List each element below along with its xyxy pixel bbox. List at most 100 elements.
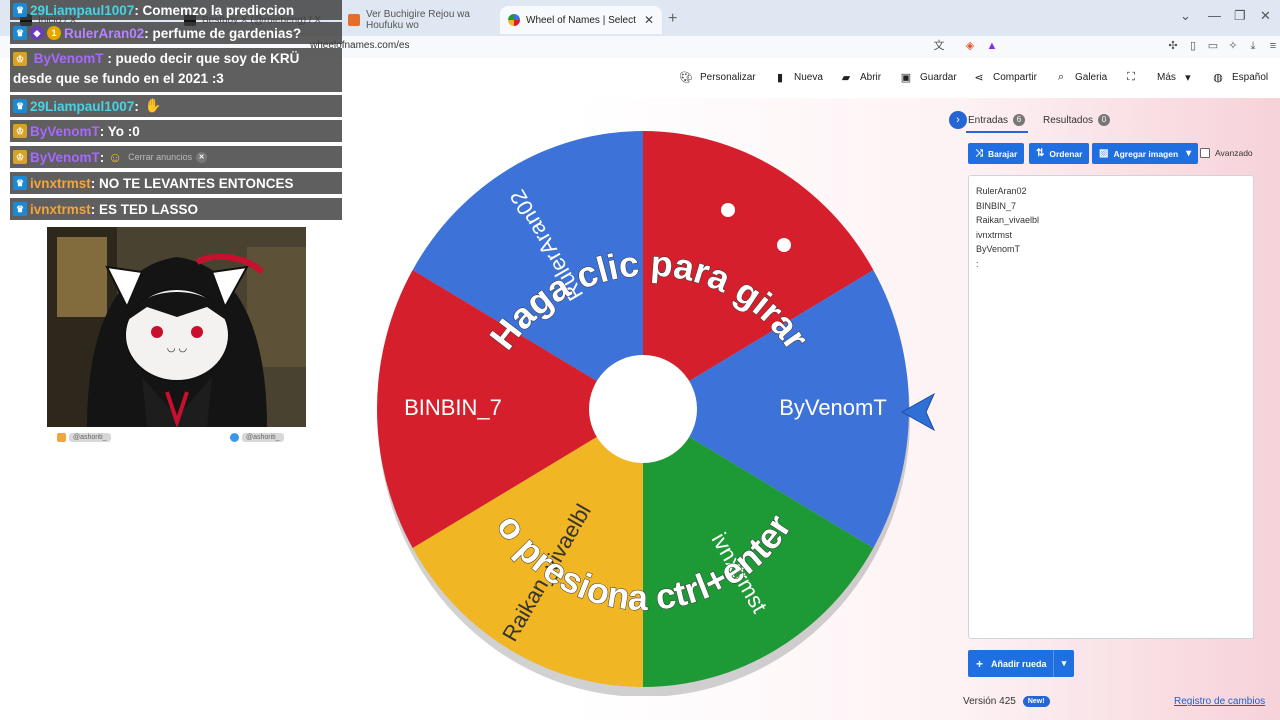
moderator-badge-icon: ◆ (30, 26, 44, 40)
wheel-center[interactable] (589, 355, 697, 463)
entry-line: ivnxtrmst (976, 229, 1012, 240)
collapse-panel-icon[interactable]: › (949, 111, 967, 129)
shuffle-label: Barajar (988, 148, 1018, 159)
new-button[interactable]: ▮ Nueva (774, 71, 823, 84)
share-button[interactable]: ⋖ Compartir (973, 71, 1037, 84)
more-label: Más (1157, 71, 1176, 83)
share-label: Compartir (993, 71, 1037, 83)
close-window-icon[interactable]: ✕ (1260, 8, 1271, 24)
close-ads-icon[interactable]: ✕ (196, 151, 208, 163)
changelog-link[interactable]: Registro de cambios (1174, 696, 1265, 707)
subscriber-badge-icon: 1 (47, 26, 61, 40)
prime-badge-icon: ♛ (13, 176, 27, 190)
add-image-button[interactable]: ▨ Agregar imagen ▾ (1092, 143, 1199, 164)
wheel-slice-label: BINBIN_7 (404, 395, 502, 420)
streamer-avatar: ◡ ◡ (47, 227, 306, 427)
chat-username: ByVenomT (33, 51, 104, 66)
wheel[interactable]: RulerAran02ByVenomTivnxtrmstRaikan_vivae… (374, 130, 914, 696)
add-wheel-label: Añadir rueda (991, 658, 1047, 669)
tab-entries-label: Entradas (968, 114, 1009, 126)
chat-text: : Yo :0 (99, 123, 140, 139)
wheel-slice-label: ByVenomT (779, 395, 887, 420)
advanced-checkbox[interactable] (1200, 148, 1210, 158)
sort-button[interactable]: ⇅ Ordenar (1029, 143, 1090, 164)
open-button[interactable]: ▰ Abrir (840, 71, 882, 84)
brave-shield-icon[interactable]: ◈ (963, 39, 977, 53)
caret-down-icon: ▾ (1185, 71, 1191, 84)
active-tab-indicator (966, 131, 1028, 133)
search-icon: ⌕ (1057, 70, 1065, 83)
chat-message: ♛ 29Liampaul1007 : Comemzo la prediccion (10, 0, 342, 20)
chat-username: 29Liampaul1007 (30, 98, 135, 114)
language-label: Español (1232, 71, 1269, 83)
browser-tab-active[interactable]: Wheel of Names | Selector de n ✕ (500, 6, 662, 34)
emote-icon: ✋ (144, 98, 162, 113)
social-handle: @ashoriti_ (69, 433, 111, 442)
tab-search-icon[interactable]: ⌄ (1180, 8, 1191, 24)
save-icon: ▣ (900, 71, 912, 84)
extensions-icon[interactable]: ✣ (1166, 39, 1180, 53)
fullscreen-button[interactable]: ⛶ (1125, 71, 1145, 83)
chat-text: : perfume de gardenias? (144, 25, 302, 41)
prime-badge-icon: ♛ (13, 99, 27, 113)
gallery-button[interactable]: ⌕ Galeria (1055, 71, 1107, 83)
open-label: Abrir (860, 71, 882, 83)
save-button[interactable]: ▣ Guardar (900, 71, 957, 84)
entries-textarea[interactable]: RulerAran02 BINBIN_7 Raikan_vivaelbl ivn… (968, 175, 1254, 639)
kofi-icon (57, 433, 66, 442)
browser-tab[interactable]: Ver Buchigire Rejou wa Houfuku wo (340, 6, 500, 34)
menu-icon[interactable]: ≡ (1266, 39, 1280, 53)
restore-icon[interactable]: ❐ (1234, 8, 1246, 24)
minimize-icon[interactable]: — (1208, 8, 1221, 23)
add-image-label: Agregar imagen (1113, 148, 1179, 159)
chat-message: ♛ ivnxtrmst : ES TED LASSO (10, 198, 342, 220)
wheel-dot (777, 238, 791, 252)
save-label: Guardar (920, 71, 957, 83)
entries-count-badge: 6 (1013, 114, 1026, 126)
tab-entries[interactable]: Entradas 6 (968, 114, 1026, 126)
customize-label: Personalizar (700, 71, 756, 83)
prime-badge-icon: ♛ (13, 26, 27, 40)
tab-results[interactable]: Resultados 0 (1043, 114, 1111, 126)
crown-badge-icon: ♔ (13, 52, 27, 67)
palette-icon: 🎨︎ (679, 71, 693, 84)
rewards-icon[interactable]: ▲ (985, 39, 999, 53)
social-handle: @ashoriti_ (242, 433, 284, 442)
site-favicon-icon (348, 14, 360, 26)
more-button[interactable]: Más ▾ (1157, 71, 1194, 84)
entry-line: RulerAran02 (976, 186, 1027, 196)
advanced-label: Avanzado (1215, 148, 1253, 158)
chat-message: ♔ ByVenomT : Yo :0 (10, 120, 342, 142)
chat-username: 29Liampaul1007 (30, 2, 135, 18)
wheel-dot (721, 203, 735, 217)
shuffle-icon: ⤨ (975, 148, 983, 159)
leo-icon[interactable]: ✧ (1226, 39, 1240, 53)
download-icon[interactable]: ⤓ (1246, 39, 1260, 53)
translate-icon[interactable]: 文 (932, 39, 946, 53)
close-tab-icon[interactable]: ✕ (636, 13, 654, 27)
entry-line: ByVenomT (976, 244, 1021, 254)
chat-text: : ES TED LASSO (90, 201, 199, 217)
new-label: Nueva (794, 71, 823, 83)
version-label: Versión 425 (963, 696, 1016, 707)
add-wheel-dropdown[interactable]: ▾ (1053, 650, 1074, 677)
chat-username: ByVenomT (30, 123, 100, 139)
sort-label: Ordenar (1049, 148, 1083, 159)
chat-text: : Comemzo la prediccion (134, 2, 295, 18)
close-ads-label[interactable]: Cerrar anuncios (128, 152, 192, 162)
prime-badge-icon: ♛ (13, 3, 27, 17)
chat-username: ByVenomT (30, 149, 100, 165)
add-wheel-button[interactable]: + Añadir rueda ▾ (968, 650, 1074, 677)
chat-message: ♔ ByVenomT : puedo decir que soy de KRÜ … (10, 48, 342, 92)
shuffle-button[interactable]: ⤨ Barajar (968, 143, 1025, 164)
language-button[interactable]: ◍ Español (1212, 71, 1269, 84)
new-tab-icon[interactable]: + (668, 10, 677, 28)
chat-text: : (134, 98, 139, 114)
sidebar-icon[interactable]: ▯ (1186, 39, 1200, 53)
chat-username: ivnxtrmst (30, 175, 91, 191)
entry-line: Raikan_vivaelbl (976, 215, 1040, 225)
prime-badge-icon: ♛ (13, 202, 27, 216)
customize-button[interactable]: 🎨︎ Personalizar (679, 71, 756, 84)
wallet-icon[interactable]: ▭ (1206, 39, 1220, 53)
gallery-label: Galeria (1075, 71, 1108, 83)
